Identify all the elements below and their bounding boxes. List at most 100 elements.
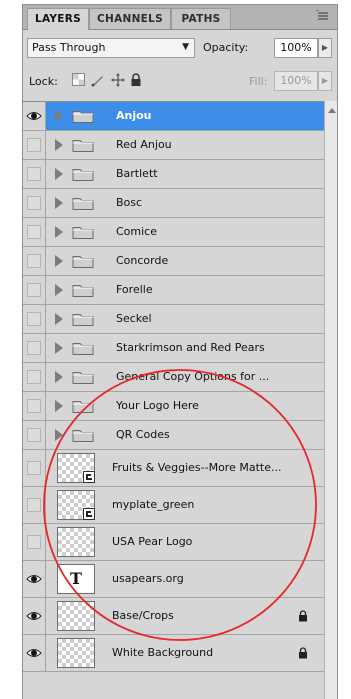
layer-visibility-toggle[interactable] <box>23 635 46 671</box>
layer-visibility-toggle[interactable] <box>23 487 46 523</box>
layer-visibility-toggle[interactable] <box>23 131 46 159</box>
scroll-up-arrow-icon[interactable] <box>328 108 336 113</box>
lock-transparency-icon[interactable] <box>71 73 85 87</box>
blend-mode-dropdown[interactable]: Pass Through ▼ <box>27 38 195 58</box>
lock-position-icon[interactable] <box>111 73 125 87</box>
layer-visibility-toggle[interactable] <box>23 421 46 449</box>
expand-triangle-icon[interactable] <box>55 226 63 238</box>
layer-row[interactable]: Concorde <box>23 247 324 276</box>
layer-row[interactable]: Forelle <box>23 276 324 305</box>
expand-triangle-icon[interactable] <box>55 197 63 209</box>
layer-content[interactable]: General Copy Options for ... <box>46 363 324 391</box>
expand-triangle-icon[interactable] <box>55 342 63 354</box>
tab-paths[interactable]: PATHS <box>171 8 231 29</box>
expand-triangle-icon[interactable] <box>55 168 63 180</box>
visibility-off-box <box>27 498 41 512</box>
layers-scrollbar[interactable] <box>324 101 337 699</box>
layer-name: Anjou <box>116 109 152 122</box>
layer-visibility-toggle[interactable] <box>23 524 46 560</box>
visibility-off-box <box>27 461 41 475</box>
layer-row[interactable]: Base/Crops <box>23 598 324 635</box>
opacity-slider-button[interactable]: ▶ <box>318 38 332 58</box>
layer-content[interactable]: myplate_green <box>46 487 324 523</box>
layer-row[interactable]: QR Codes <box>23 421 324 450</box>
visibility-off-box <box>27 138 41 152</box>
tab-channels[interactable]: CHANNELS <box>89 8 171 29</box>
layer-visibility-toggle[interactable] <box>23 598 46 634</box>
layer-content[interactable]: Starkrimson and Red Pears <box>46 334 324 362</box>
expand-triangle-icon[interactable] <box>55 313 63 325</box>
fill-field[interactable]: 100% <box>274 71 318 91</box>
layer-visibility-toggle[interactable] <box>23 247 46 275</box>
folder-icon <box>72 109 94 123</box>
layer-content[interactable]: Comice <box>46 218 324 246</box>
layer-content[interactable]: White Background <box>46 635 324 671</box>
folder-icon <box>72 225 94 239</box>
folder-icon <box>72 428 94 442</box>
visibility-off-box <box>27 225 41 239</box>
lock-image-pixels-icon[interactable] <box>91 73 105 87</box>
layer-row[interactable]: Bosc <box>23 189 324 218</box>
layer-row[interactable]: White Background <box>23 635 324 672</box>
layer-content[interactable]: Red Anjou <box>46 131 324 159</box>
layer-visibility-toggle[interactable] <box>23 392 46 420</box>
layer-row[interactable]: Seckel <box>23 305 324 334</box>
layer-row[interactable]: General Copy Options for ... <box>23 363 324 392</box>
layer-row[interactable]: Comice <box>23 218 324 247</box>
layer-visibility-toggle[interactable] <box>23 450 46 486</box>
lock-all-icon[interactable] <box>129 73 143 87</box>
layer-row[interactable]: myplate_green <box>23 487 324 524</box>
layer-visibility-toggle[interactable] <box>23 102 46 130</box>
layer-visibility-toggle[interactable] <box>23 561 46 597</box>
layer-content[interactable]: Forelle <box>46 276 324 304</box>
layer-content[interactable]: QR Codes <box>46 421 324 449</box>
layer-row[interactable]: Red Anjou <box>23 131 324 160</box>
layer-content[interactable]: Anjou <box>46 102 324 130</box>
expand-triangle-icon[interactable] <box>55 255 63 267</box>
eye-icon <box>26 575 42 583</box>
expand-triangle-icon[interactable] <box>55 400 63 412</box>
layer-content[interactable]: Fruits & Veggies--More Matte... <box>46 450 324 486</box>
layer-content[interactable]: Base/Crops <box>46 598 324 634</box>
layer-name: QR Codes <box>116 428 170 441</box>
layer-visibility-toggle[interactable] <box>23 305 46 333</box>
expand-triangle-icon[interactable] <box>55 284 63 296</box>
layer-row[interactable]: Starkrimson and Red Pears <box>23 334 324 363</box>
layer-name: Starkrimson and Red Pears <box>116 341 265 354</box>
panel-menu-icon[interactable] <box>315 9 331 24</box>
layer-thumbnail <box>57 638 95 668</box>
layer-content[interactable]: Your Logo Here <box>46 392 324 420</box>
tab-layers[interactable]: LAYERS <box>27 8 89 30</box>
layer-lock-icon <box>298 647 308 659</box>
expand-triangle-icon[interactable] <box>55 110 63 122</box>
layer-visibility-toggle[interactable] <box>23 218 46 246</box>
expand-triangle-icon[interactable] <box>55 139 63 151</box>
layer-visibility-toggle[interactable] <box>23 363 46 391</box>
visibility-off-box <box>27 312 41 326</box>
layer-row[interactable]: Anjou <box>23 102 324 131</box>
layer-name: Your Logo Here <box>116 399 199 412</box>
eye-icon <box>26 612 42 620</box>
layer-content[interactable]: Seckel <box>46 305 324 333</box>
layer-content[interactable]: Tusapears.org <box>46 561 324 597</box>
layer-row[interactable]: Bartlett <box>23 160 324 189</box>
expand-triangle-icon[interactable] <box>55 371 63 383</box>
eye-icon <box>26 649 42 657</box>
layer-visibility-toggle[interactable] <box>23 160 46 188</box>
layer-content[interactable]: Bartlett <box>46 160 324 188</box>
folder-icon <box>72 341 94 355</box>
opacity-field[interactable]: 100% <box>274 38 318 58</box>
layer-visibility-toggle[interactable] <box>23 334 46 362</box>
layer-row[interactable]: Your Logo Here <box>23 392 324 421</box>
layer-content[interactable]: Concorde <box>46 247 324 275</box>
layer-content[interactable]: USA Pear Logo <box>46 524 324 560</box>
fill-slider-button[interactable]: ▶ <box>318 71 332 91</box>
layer-row[interactable]: USA Pear Logo <box>23 524 324 561</box>
layer-visibility-toggle[interactable] <box>23 276 46 304</box>
layer-row[interactable]: Tusapears.org <box>23 561 324 598</box>
visibility-off-box <box>27 399 41 413</box>
layer-visibility-toggle[interactable] <box>23 189 46 217</box>
expand-triangle-icon[interactable] <box>55 429 63 441</box>
layer-content[interactable]: Bosc <box>46 189 324 217</box>
layer-row[interactable]: Fruits & Veggies--More Matte... <box>23 450 324 487</box>
